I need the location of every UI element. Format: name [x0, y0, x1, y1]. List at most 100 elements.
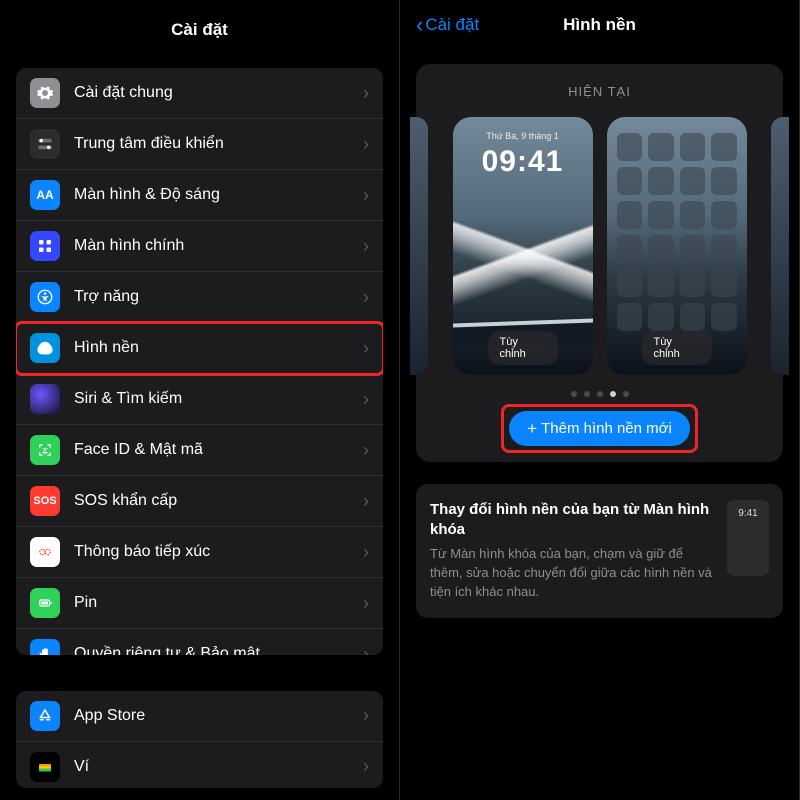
settings-row-sos[interactable]: SOS SOS khẩn cấp ›: [16, 476, 383, 527]
settings-row-exposure[interactable]: Thông báo tiếp xúc ›: [16, 527, 383, 578]
row-label: Trợ năng: [74, 288, 363, 306]
dot: [623, 391, 629, 397]
customize-lock-button[interactable]: Tùy chỉnh: [488, 331, 558, 365]
customize-home-button[interactable]: Tùy chỉnh: [642, 331, 712, 365]
settings-row-wallpaper[interactable]: Hình nền ›: [16, 323, 383, 374]
add-wallpaper-button[interactable]: + Thêm hình nền mới: [509, 411, 690, 446]
home-screen-preview[interactable]: Tùy chỉnh: [607, 117, 747, 375]
chevron-right-icon: ›: [363, 389, 369, 410]
lock-date: Thứ Ba, 9 tháng 1: [453, 131, 593, 141]
info-title: Thay đổi hình nền của bạn từ Màn hình kh…: [430, 500, 715, 539]
page-dots: [430, 391, 769, 397]
chevron-right-icon: ›: [363, 542, 369, 563]
app-placeholder: [711, 133, 737, 161]
dot: [584, 391, 590, 397]
app-placeholder: [617, 235, 643, 263]
back-button[interactable]: ‹ Cài đặt: [416, 14, 479, 36]
app-placeholder: [711, 269, 737, 297]
chevron-right-icon: ›: [363, 644, 369, 655]
row-label: Màn hình chính: [74, 237, 363, 255]
app-placeholder: [617, 303, 643, 331]
sos-icon: SOS: [30, 486, 60, 516]
add-wallpaper-label: Thêm hình nền mới: [541, 420, 672, 437]
row-label: Màn hình & Độ sáng: [74, 186, 363, 204]
exposure-icon: [30, 537, 60, 567]
gear-icon: [30, 78, 60, 108]
wallpaper-icon: [30, 333, 60, 363]
app-placeholder: [680, 269, 706, 297]
settings-screen: Cài đặt Cài đặt chung › Trung tâm điều k…: [0, 0, 400, 800]
row-label: Pin: [74, 594, 363, 612]
settings-group-apps: App Store › Ví ›: [16, 691, 383, 788]
settings-row-faceid[interactable]: Face ID & Mật mã ›: [16, 425, 383, 476]
app-placeholder: [680, 167, 706, 195]
mini-time: 9:41: [738, 508, 757, 519]
app-placeholder: [680, 201, 706, 229]
chevron-right-icon: ›: [363, 83, 369, 104]
app-placeholder: [648, 235, 674, 263]
lock-screen-preview[interactable]: Thứ Ba, 9 tháng 1 09:41 Tùy chỉnh: [453, 117, 593, 375]
chevron-right-icon: ›: [363, 756, 369, 777]
app-placeholder: [711, 167, 737, 195]
row-label: Face ID & Mật mã: [74, 441, 363, 459]
settings-row-wallet[interactable]: Ví ›: [16, 742, 383, 788]
app-placeholder: [711, 235, 737, 263]
settings-row-siri[interactable]: Siri & Tìm kiếm ›: [16, 374, 383, 425]
app-placeholder: [680, 303, 706, 331]
app-placeholder: [648, 269, 674, 297]
settings-row-appstore[interactable]: App Store ›: [16, 691, 383, 742]
settings-row-general[interactable]: Cài đặt chung ›: [16, 68, 383, 119]
chevron-right-icon: ›: [363, 236, 369, 257]
dot-active: [610, 391, 616, 397]
row-label: Ví: [74, 758, 363, 776]
settings-row-battery[interactable]: Pin ›: [16, 578, 383, 629]
battery-icon: [30, 588, 60, 618]
settings-group-main: Cài đặt chung › Trung tâm điều khiển › A…: [16, 68, 383, 655]
siri-icon: [30, 384, 60, 414]
back-label: Cài đặt: [425, 15, 479, 35]
app-placeholder: [648, 201, 674, 229]
wallpaper-header: ‹ Cài đặt Hình nền: [400, 0, 799, 46]
chevron-right-icon: ›: [363, 287, 369, 308]
faceid-icon: [30, 435, 60, 465]
chevron-right-icon: ›: [363, 338, 369, 359]
settings-row-privacy[interactable]: Quyền riêng tư & Bảo mật ›: [16, 629, 383, 655]
info-description: Từ Màn hình khóa của bạn, chạm và giữ để…: [430, 545, 715, 602]
hand-icon: [30, 639, 60, 655]
app-placeholder: [617, 269, 643, 297]
info-card: Thay đổi hình nền của bạn từ Màn hình kh…: [416, 484, 783, 618]
row-label: SOS khẩn cấp: [74, 492, 363, 510]
current-label: HIỆN TẠI: [430, 84, 769, 99]
settings-row-display[interactable]: AA Màn hình & Độ sáng ›: [16, 170, 383, 221]
row-label: App Store: [74, 707, 363, 725]
current-wallpaper-card: HIỆN TẠI Thứ Ba, 9 tháng 1 09:41 Tùy chỉ…: [416, 64, 783, 462]
row-label: Trung tâm điều khiển: [74, 135, 363, 153]
chevron-right-icon: ›: [363, 593, 369, 614]
settings-title: Cài đặt: [0, 0, 399, 56]
settings-row-accessibility[interactable]: Trợ năng ›: [16, 272, 383, 323]
mountain-graphic: [453, 207, 593, 327]
dot: [597, 391, 603, 397]
app-placeholder: [648, 303, 674, 331]
app-placeholder: [711, 201, 737, 229]
settings-row-home-screen[interactable]: Màn hình chính ›: [16, 221, 383, 272]
row-label: Siri & Tìm kiếm: [74, 390, 363, 408]
chevron-right-icon: ›: [363, 185, 369, 206]
settings-row-control-center[interactable]: Trung tâm điều khiển ›: [16, 119, 383, 170]
plus-icon: +: [527, 420, 537, 437]
row-label: Cài đặt chung: [74, 84, 363, 102]
app-placeholder: [617, 201, 643, 229]
chevron-right-icon: ›: [363, 491, 369, 512]
chevron-left-icon: ‹: [416, 14, 423, 36]
preview-peek-right: [771, 117, 789, 375]
row-label: Quyền riêng tư & Bảo mật: [74, 645, 363, 655]
dot: [571, 391, 577, 397]
chevron-right-icon: ›: [363, 440, 369, 461]
app-placeholder: [617, 133, 643, 161]
wallpaper-screen: ‹ Cài đặt Hình nền HIỆN TẠI Thứ Ba, 9 th…: [400, 0, 800, 800]
row-label: Hình nền: [74, 339, 363, 357]
lock-time: 09:41: [453, 145, 593, 179]
chevron-right-icon: ›: [363, 705, 369, 726]
app-placeholder: [617, 167, 643, 195]
chevron-right-icon: ›: [363, 134, 369, 155]
